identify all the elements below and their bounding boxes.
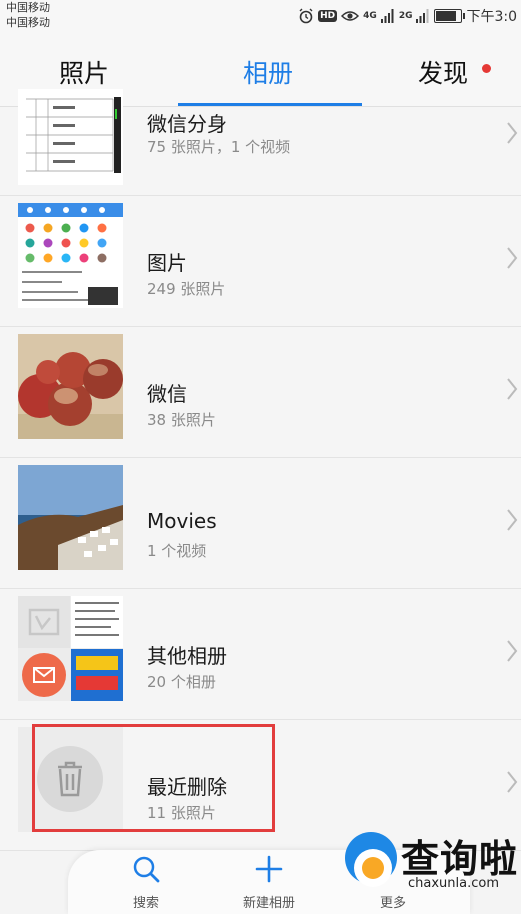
album-subtitle: 1 个视频 — [147, 542, 207, 560]
chevron-right-icon — [507, 247, 518, 269]
album-subtitle: 75 张照片，1 个视频 — [147, 138, 291, 156]
tab-indicator — [178, 103, 362, 106]
network-2g: 2G — [398, 10, 413, 21]
watermark-url: chaxunla.com — [408, 876, 499, 891]
album-title: 微信分身 — [147, 112, 227, 136]
album-title: 图片 — [147, 251, 187, 275]
carrier-1: 中国移动 — [6, 1, 50, 14]
album-thumbnail — [18, 465, 123, 570]
battery-icon — [434, 9, 466, 23]
album-thumbnail — [18, 89, 123, 185]
album-thumbnail — [18, 596, 123, 701]
search-icon — [133, 856, 160, 883]
new-album-label: 新建相册 — [242, 896, 295, 911]
album-subtitle: 20 个相册 — [147, 673, 216, 691]
clock: 下午3:0 — [466, 9, 517, 25]
tab-albums[interactable]: 相册 — [243, 54, 293, 90]
watermark-logo: 查询啦 chaxunla.com — [343, 822, 521, 914]
album-row-other-albums[interactable]: 其他相册 20 个相册 — [0, 589, 521, 720]
chevron-right-icon — [507, 122, 518, 144]
search-label: 搜索 — [132, 896, 159, 911]
album-title: 最近删除 — [147, 775, 227, 799]
status-bar: 中国移动 中国移动 HD 4G 2G 下午3:0 — [0, 0, 521, 34]
album-title: 微信 — [147, 382, 187, 406]
carrier-2: 中国移动 — [6, 16, 50, 29]
album-thumbnail — [18, 727, 123, 832]
album-thumbnail — [18, 203, 123, 308]
chevron-right-icon — [507, 378, 518, 400]
plus-icon — [255, 855, 283, 883]
album-subtitle: 11 张照片 — [147, 804, 216, 822]
status-icons: HD 4G 2G 下午3:0 — [298, 6, 517, 26]
alarm-icon — [299, 8, 313, 24]
album-subtitle: 38 张照片 — [147, 411, 216, 429]
album-row-pictures[interactable]: 图片 249 张照片 — [0, 196, 521, 327]
album-subtitle: 249 张照片 — [147, 280, 226, 298]
album-title: Movies — [147, 509, 217, 533]
network-4g: 4G — [363, 10, 377, 21]
album-row-wechat-clone[interactable]: 微信分身 75 张照片，1 个视频 — [0, 89, 521, 196]
watermark-q-icon — [345, 832, 397, 887]
new-album-button[interactable]: 新建相册 — [219, 850, 319, 914]
watermark-text: 查询啦 — [401, 837, 519, 881]
tab-discover[interactable]: 发现 — [418, 54, 468, 90]
signal-icon-2 — [416, 9, 429, 23]
search-button[interactable]: 搜索 — [96, 850, 196, 914]
album-title: 其他相册 — [147, 644, 227, 668]
album-thumbnail — [18, 334, 123, 439]
album-list: 微信分身 75 张照片，1 个视频 图片 249 张照片 微信 38 张照片 M… — [0, 89, 521, 851]
hd-badge: HD — [318, 10, 338, 22]
album-row-movies[interactable]: Movies 1 个视频 — [0, 458, 521, 589]
tab-photos[interactable]: 照片 — [59, 54, 109, 90]
chevron-right-icon — [507, 509, 518, 531]
notification-dot — [482, 64, 491, 73]
chevron-right-icon — [507, 771, 518, 793]
album-row-wechat[interactable]: 微信 38 张照片 — [0, 327, 521, 458]
eye-icon — [341, 11, 360, 21]
signal-icon — [380, 9, 394, 23]
chevron-right-icon — [507, 640, 518, 662]
carrier-info: 中国移动 中国移动 — [6, 0, 50, 30]
